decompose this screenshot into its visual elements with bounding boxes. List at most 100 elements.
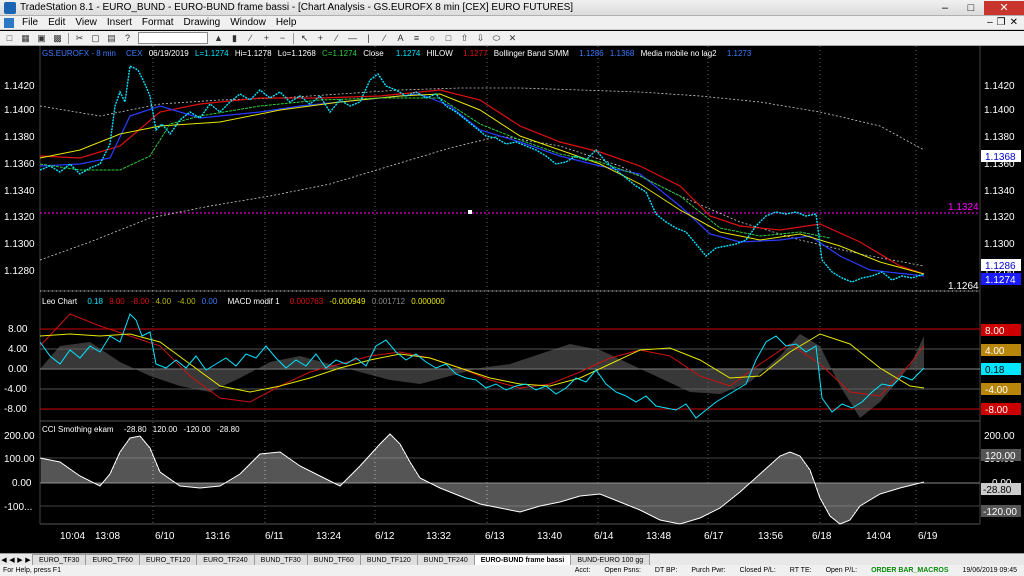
fib-icon[interactable]: ≡ [411, 33, 422, 44]
price-header: GS.EUROFX - 8 min CEX 06/19/2019 L=1.127… [42, 49, 752, 58]
price-tick: 1.1300 [4, 239, 35, 250]
tab-prev-icon[interactable]: ◀ [8, 554, 16, 565]
exchange-label: CEX [126, 49, 143, 58]
chart-icon[interactable]: ▲ [213, 33, 224, 44]
menu-edit[interactable]: Edit [43, 17, 70, 28]
app-icon [4, 1, 16, 14]
menu-format[interactable]: Format [137, 17, 179, 28]
hilow-label: HILOW [427, 49, 454, 58]
macd-v1: 0.18 [87, 297, 103, 306]
arrow-up-icon[interactable]: ⇧ [459, 33, 470, 44]
tab-first-icon[interactable]: ◀ [0, 554, 8, 565]
macd-m4: 0.000000 [411, 297, 445, 306]
cut-icon[interactable]: ✂ [74, 33, 85, 44]
ellipse-icon[interactable]: ⬭ [491, 33, 502, 44]
x-tick: 6/13 [485, 531, 505, 542]
macd-label: MACD modif 1 [228, 297, 281, 306]
new-icon[interactable]: □ [4, 33, 15, 44]
rectangle-icon[interactable]: □ [443, 33, 454, 44]
tab-euro-tf60[interactable]: EURO_TF60 [85, 554, 140, 565]
hline-icon[interactable]: — [347, 33, 358, 44]
delete-icon[interactable]: ✕ [507, 33, 518, 44]
x-tick: 13:16 [205, 531, 230, 542]
tab-last-icon[interactable]: ▶ [24, 554, 32, 565]
bar-icon[interactable]: ▮ [229, 33, 240, 44]
doc-minimize-icon[interactable]: – [987, 17, 993, 28]
menu-help[interactable]: Help [271, 17, 302, 28]
tab-euro-bund-frame-bassi[interactable]: EURO-BUND frame bassi [473, 554, 572, 565]
close-button[interactable]: ✕ [984, 0, 1024, 15]
tab-euro-tf120[interactable]: EURO_TF120 [138, 554, 198, 565]
print-icon[interactable]: ▩ [52, 33, 63, 44]
badge-1286-text: 1.1286 [985, 261, 1016, 272]
price-tick: 1.1340 [984, 186, 1015, 197]
doc-close-icon[interactable]: ✕ [1010, 17, 1018, 28]
menu-file[interactable]: File [17, 17, 43, 28]
macd-badge-neg4: -4.00 [985, 385, 1008, 396]
symbol-combo[interactable] [138, 32, 208, 44]
menu-window[interactable]: Window [225, 17, 271, 28]
x-tick: 6/11 [265, 531, 284, 542]
tab-bund-tf60[interactable]: BUND_TF60 [306, 554, 361, 565]
tab-bund-euro-100gg[interactable]: BUND-EURO 100 gg [570, 554, 651, 565]
cci-badges: 120.00 -28.80 -120.00 [981, 449, 1021, 518]
vline-icon[interactable]: | [363, 33, 374, 44]
macd-m2: -0.000949 [329, 297, 366, 306]
price-tick: 1.1380 [4, 132, 35, 143]
tab-next-icon[interactable]: ▶ [16, 554, 24, 565]
tab-bund-tf30[interactable]: BUND_TF30 [253, 554, 308, 565]
marker-point[interactable] [468, 210, 472, 214]
zoom-in-icon[interactable]: + [261, 33, 272, 44]
menu-insert[interactable]: Insert [102, 17, 137, 28]
menu-view[interactable]: View [70, 17, 102, 28]
maximize-button[interactable]: □ [958, 1, 984, 15]
arrow-down-icon[interactable]: ⇩ [475, 33, 486, 44]
price-tick: 1.1320 [4, 212, 35, 223]
status-macros[interactable]: ORDER BAR_MACROS [864, 567, 955, 574]
cci-tick: 0.00 [12, 478, 32, 489]
tab-euro-tf30[interactable]: EURO_TF30 [32, 554, 87, 565]
cursor-icon[interactable]: ↖ [299, 33, 310, 44]
status-bar: For Help, press F1 Acct: Open Psns: DT B… [0, 565, 1024, 576]
circle-icon[interactable]: ○ [427, 33, 438, 44]
status-dt-bp: DT BP: [654, 567, 678, 574]
macd-tick: 0.00 [8, 364, 28, 375]
status-purch-pwr: Purch Pwr: [691, 567, 726, 574]
save-icon[interactable]: ▣ [36, 33, 47, 44]
mm-label: Media mobile no lag2 [641, 49, 718, 58]
open-icon[interactable]: ▦ [20, 33, 31, 44]
paste-icon[interactable]: ▤ [106, 33, 117, 44]
tab-euro-tf240[interactable]: EURO_TF240 [196, 554, 255, 565]
text-icon[interactable]: A [395, 33, 406, 44]
chart-analysis[interactable]: GS.EUROFX - 8 min CEX 06/19/2019 L=1.127… [0, 46, 1024, 553]
macd-v2: 8.00 [109, 297, 125, 306]
ref-level-label: 1.1324 [948, 202, 979, 213]
help-icon[interactable]: ? [122, 33, 133, 44]
x-tick: 6/19 [918, 531, 938, 542]
zoom-out-icon[interactable]: − [277, 33, 288, 44]
bb-value-1: 1.1286 [579, 49, 604, 58]
title-bar: TradeStation 8.1 - EURO_BUND - EURO-BUND… [0, 0, 1024, 16]
line-icon[interactable]: ∕ [245, 33, 256, 44]
macd-v4: 4.00 [155, 297, 171, 306]
minimize-button[interactable]: – [932, 1, 958, 15]
trendline-icon[interactable]: ∕ [331, 33, 342, 44]
tradestation-window: TradeStation 8.1 - EURO_BUND - EURO-BUND… [0, 0, 1024, 576]
tab-bund-tf240[interactable]: BUND_TF240 [416, 554, 475, 565]
close-label: Close [363, 49, 384, 58]
x-tick: 13:24 [316, 531, 341, 542]
doc-restore-icon[interactable]: ❐ [997, 17, 1006, 28]
macd-tick: 4.00 [8, 344, 28, 355]
price-tick: 1.1360 [4, 159, 35, 170]
tab-bund-tf120[interactable]: BUND_TF120 [359, 554, 418, 565]
x-tick: 13:08 [95, 531, 120, 542]
menu-drawing[interactable]: Drawing [179, 17, 226, 28]
crosshair-icon[interactable]: + [315, 33, 326, 44]
channel-icon[interactable]: ∕ [379, 33, 390, 44]
mm-value: 1.1273 [727, 49, 752, 58]
copy-icon[interactable]: ▢ [90, 33, 101, 44]
cci-header: CCI Smothing ekam -28.80 120.00 -120.00 … [42, 425, 240, 434]
badge-1274-text: 1.1274 [985, 275, 1016, 286]
symbol-label: GS.EUROFX - 8 min [42, 49, 116, 58]
macd-tick: -8.00 [4, 404, 27, 415]
